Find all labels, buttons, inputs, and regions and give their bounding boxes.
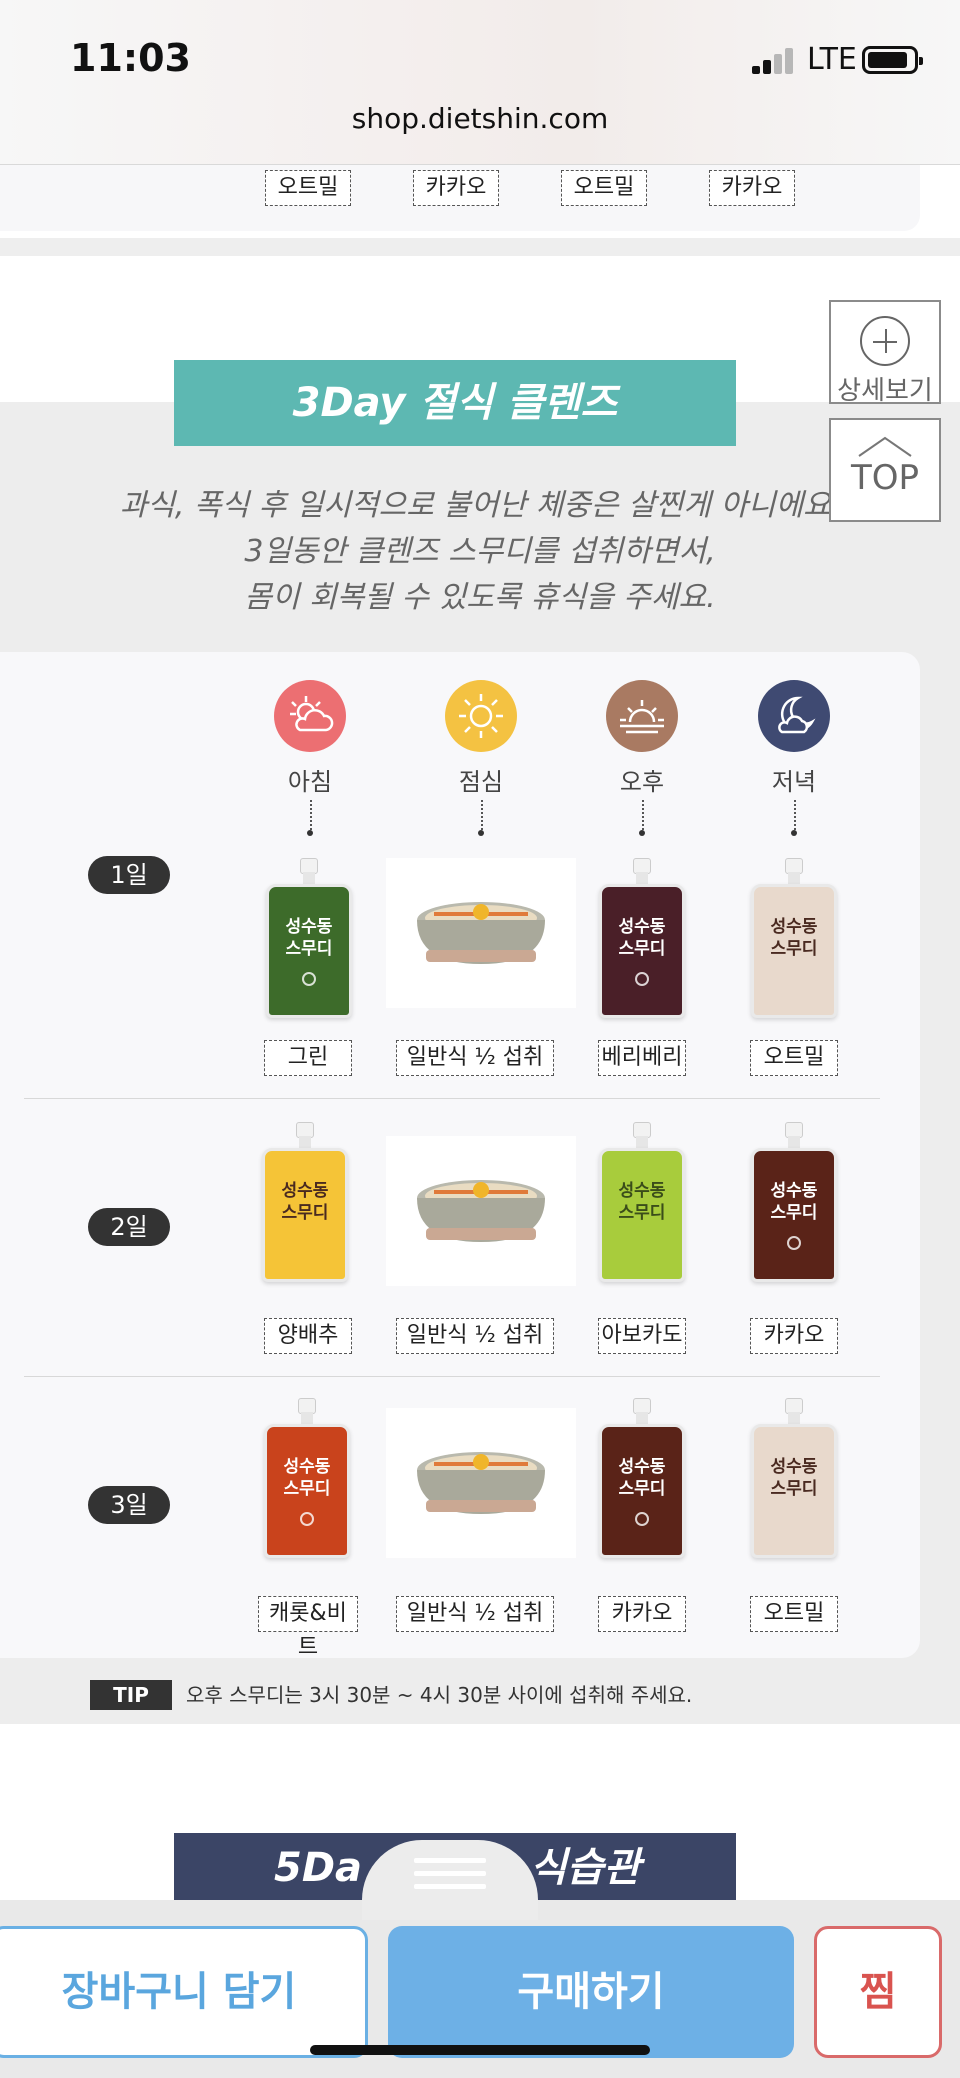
chevron-up-icon bbox=[857, 436, 913, 457]
product-brand: 성수동 bbox=[285, 917, 333, 937]
section-desc-line: 과식, 폭식 후 일시적으로 불어난 체중은 살찐게 아니에요. bbox=[119, 488, 841, 523]
menu-icon[interactable] bbox=[414, 1858, 486, 1897]
morning-cloud-sun-icon bbox=[274, 680, 346, 752]
next-section-title-left: 5Da bbox=[274, 1845, 363, 1891]
product-brand: 스무디 bbox=[770, 939, 818, 959]
product-brand: 성수동 bbox=[618, 917, 666, 937]
row-divider bbox=[24, 1098, 880, 1099]
day-badge: 2일 bbox=[88, 1208, 170, 1246]
flavor-label: 카카오 bbox=[750, 1318, 838, 1354]
signal-icon bbox=[752, 46, 798, 74]
moon-cloud-icon bbox=[758, 680, 830, 752]
product-brand: 스무디 bbox=[283, 1479, 331, 1499]
day-badge: 3일 bbox=[88, 1486, 170, 1524]
network-type: LTE bbox=[807, 42, 857, 77]
tip-badge: TIP bbox=[90, 1680, 172, 1710]
meal-time-label: 점심 bbox=[458, 768, 504, 796]
status-bar: 11:03 LTE shop.dietshin.com bbox=[0, 0, 960, 165]
wishlist-button[interactable]: 찜 bbox=[814, 1926, 942, 2058]
flavor-label: 일반식 ½ 섭취 bbox=[396, 1318, 554, 1354]
page: 11:03 LTE shop.dietshin.com 오트밀 카카오 오트밀 … bbox=[0, 0, 960, 2078]
flavor-label: 아보카도 bbox=[598, 1318, 686, 1354]
general-meal-bowl-image bbox=[386, 1408, 576, 1558]
timeline-connector bbox=[478, 800, 484, 836]
product-pouch-cabbage[interactable]: 성수동 스무디 bbox=[262, 1122, 348, 1282]
section-divider bbox=[0, 238, 960, 256]
plus-icon bbox=[860, 316, 910, 366]
flavor-label: 오트밀 bbox=[750, 1596, 838, 1632]
meal-time-label: 저녁 bbox=[771, 768, 817, 796]
next-section-title-right: 식습관 bbox=[530, 1845, 641, 1891]
flavor-label: 오트밀 bbox=[750, 1040, 838, 1076]
flavor-label: 베리베리 bbox=[598, 1040, 686, 1076]
address-bar[interactable]: shop.dietshin.com bbox=[0, 102, 960, 135]
product-brand: 성수동 bbox=[281, 1181, 329, 1201]
product-pouch-cacao[interactable]: 성수동 스무디 bbox=[599, 1398, 685, 1558]
flavor-label: 카카오 bbox=[709, 170, 795, 206]
flavor-label: 오트밀 bbox=[561, 170, 647, 206]
product-brand: 스무디 bbox=[618, 1203, 666, 1223]
product-brand: 성수동 bbox=[618, 1181, 666, 1201]
product-pouch-cacao[interactable]: 성수동 스무디 bbox=[751, 1122, 837, 1282]
product-pouch-oatmeal[interactable]: 성수동 스무디 bbox=[751, 858, 837, 1018]
row-divider bbox=[24, 1376, 880, 1377]
scroll-top-label: TOP bbox=[850, 458, 920, 498]
product-brand: 성수동 bbox=[283, 1457, 331, 1477]
flavor-label: 일반식 ½ 섭취 bbox=[396, 1596, 554, 1632]
flavor-label: 카카오 bbox=[413, 170, 499, 206]
product-pouch-avocado[interactable]: 성수동 스무디 bbox=[599, 1122, 685, 1282]
sunset-icon bbox=[606, 680, 678, 752]
flavor-label: 캐롯&비트 bbox=[258, 1596, 358, 1660]
add-to-cart-button[interactable]: 장바구니 담기 bbox=[0, 1926, 368, 2058]
product-brand: 스무디 bbox=[770, 1479, 818, 1499]
timeline-connector bbox=[791, 800, 797, 836]
tip-text: 오후 스무디는 3시 30분 ~ 4시 30분 사이에 섭취해 주세요. bbox=[186, 1683, 693, 1707]
flavor-label: 일반식 ½ 섭취 bbox=[396, 1040, 554, 1076]
product-pouch-carrot-beet[interactable]: 성수동 스무디 bbox=[264, 1398, 350, 1558]
section-title: 3Day 절식 클렌즈 bbox=[174, 360, 736, 446]
product-pouch-green[interactable]: 성수동 스무디 bbox=[266, 858, 352, 1018]
general-meal-bowl-image bbox=[386, 858, 576, 1008]
product-brand: 스무디 bbox=[618, 1479, 666, 1499]
product-brand: 스무디 bbox=[281, 1203, 329, 1223]
day-badge: 1일 bbox=[88, 856, 170, 894]
flavor-label: 오트밀 bbox=[265, 170, 351, 206]
detail-view-label: 상세보기 bbox=[837, 376, 933, 406]
detail-view-button[interactable]: 상세보기 bbox=[829, 300, 941, 406]
product-brand: 스무디 bbox=[285, 939, 333, 959]
battery-icon bbox=[862, 46, 923, 74]
scroll-top-button[interactable]: TOP bbox=[829, 418, 941, 522]
section-desc-line: 3일동안 클렌즈 스무디를 섭취하면서, bbox=[244, 534, 716, 569]
flavor-label: 양배추 bbox=[264, 1318, 352, 1354]
clock: 11:03 bbox=[70, 36, 191, 80]
product-brand: 성수동 bbox=[770, 1457, 818, 1477]
product-brand: 성수동 bbox=[618, 1457, 666, 1477]
meal-time-label: 아침 bbox=[287, 768, 333, 796]
timeline-connector bbox=[307, 800, 313, 836]
product-brand: 스무디 bbox=[770, 1203, 818, 1223]
product-pouch-berry[interactable]: 성수동 스무디 bbox=[599, 858, 685, 1018]
sun-icon bbox=[445, 680, 517, 752]
section-desc-line: 몸이 회복될 수 있도록 휴식을 주세요. bbox=[244, 580, 716, 615]
product-brand: 성수동 bbox=[770, 917, 818, 937]
general-meal-bowl-image bbox=[386, 1136, 576, 1286]
flavor-label: 그린 bbox=[264, 1040, 352, 1076]
buy-now-button[interactable]: 구매하기 bbox=[388, 1926, 794, 2058]
timeline-connector bbox=[639, 800, 645, 836]
product-brand: 성수동 bbox=[770, 1181, 818, 1201]
product-pouch-oatmeal[interactable]: 성수동 스무디 bbox=[751, 1398, 837, 1558]
flavor-label: 카카오 bbox=[598, 1596, 686, 1632]
home-indicator bbox=[310, 2045, 650, 2055]
product-brand: 스무디 bbox=[618, 939, 666, 959]
meal-time-label: 오후 bbox=[619, 768, 665, 796]
